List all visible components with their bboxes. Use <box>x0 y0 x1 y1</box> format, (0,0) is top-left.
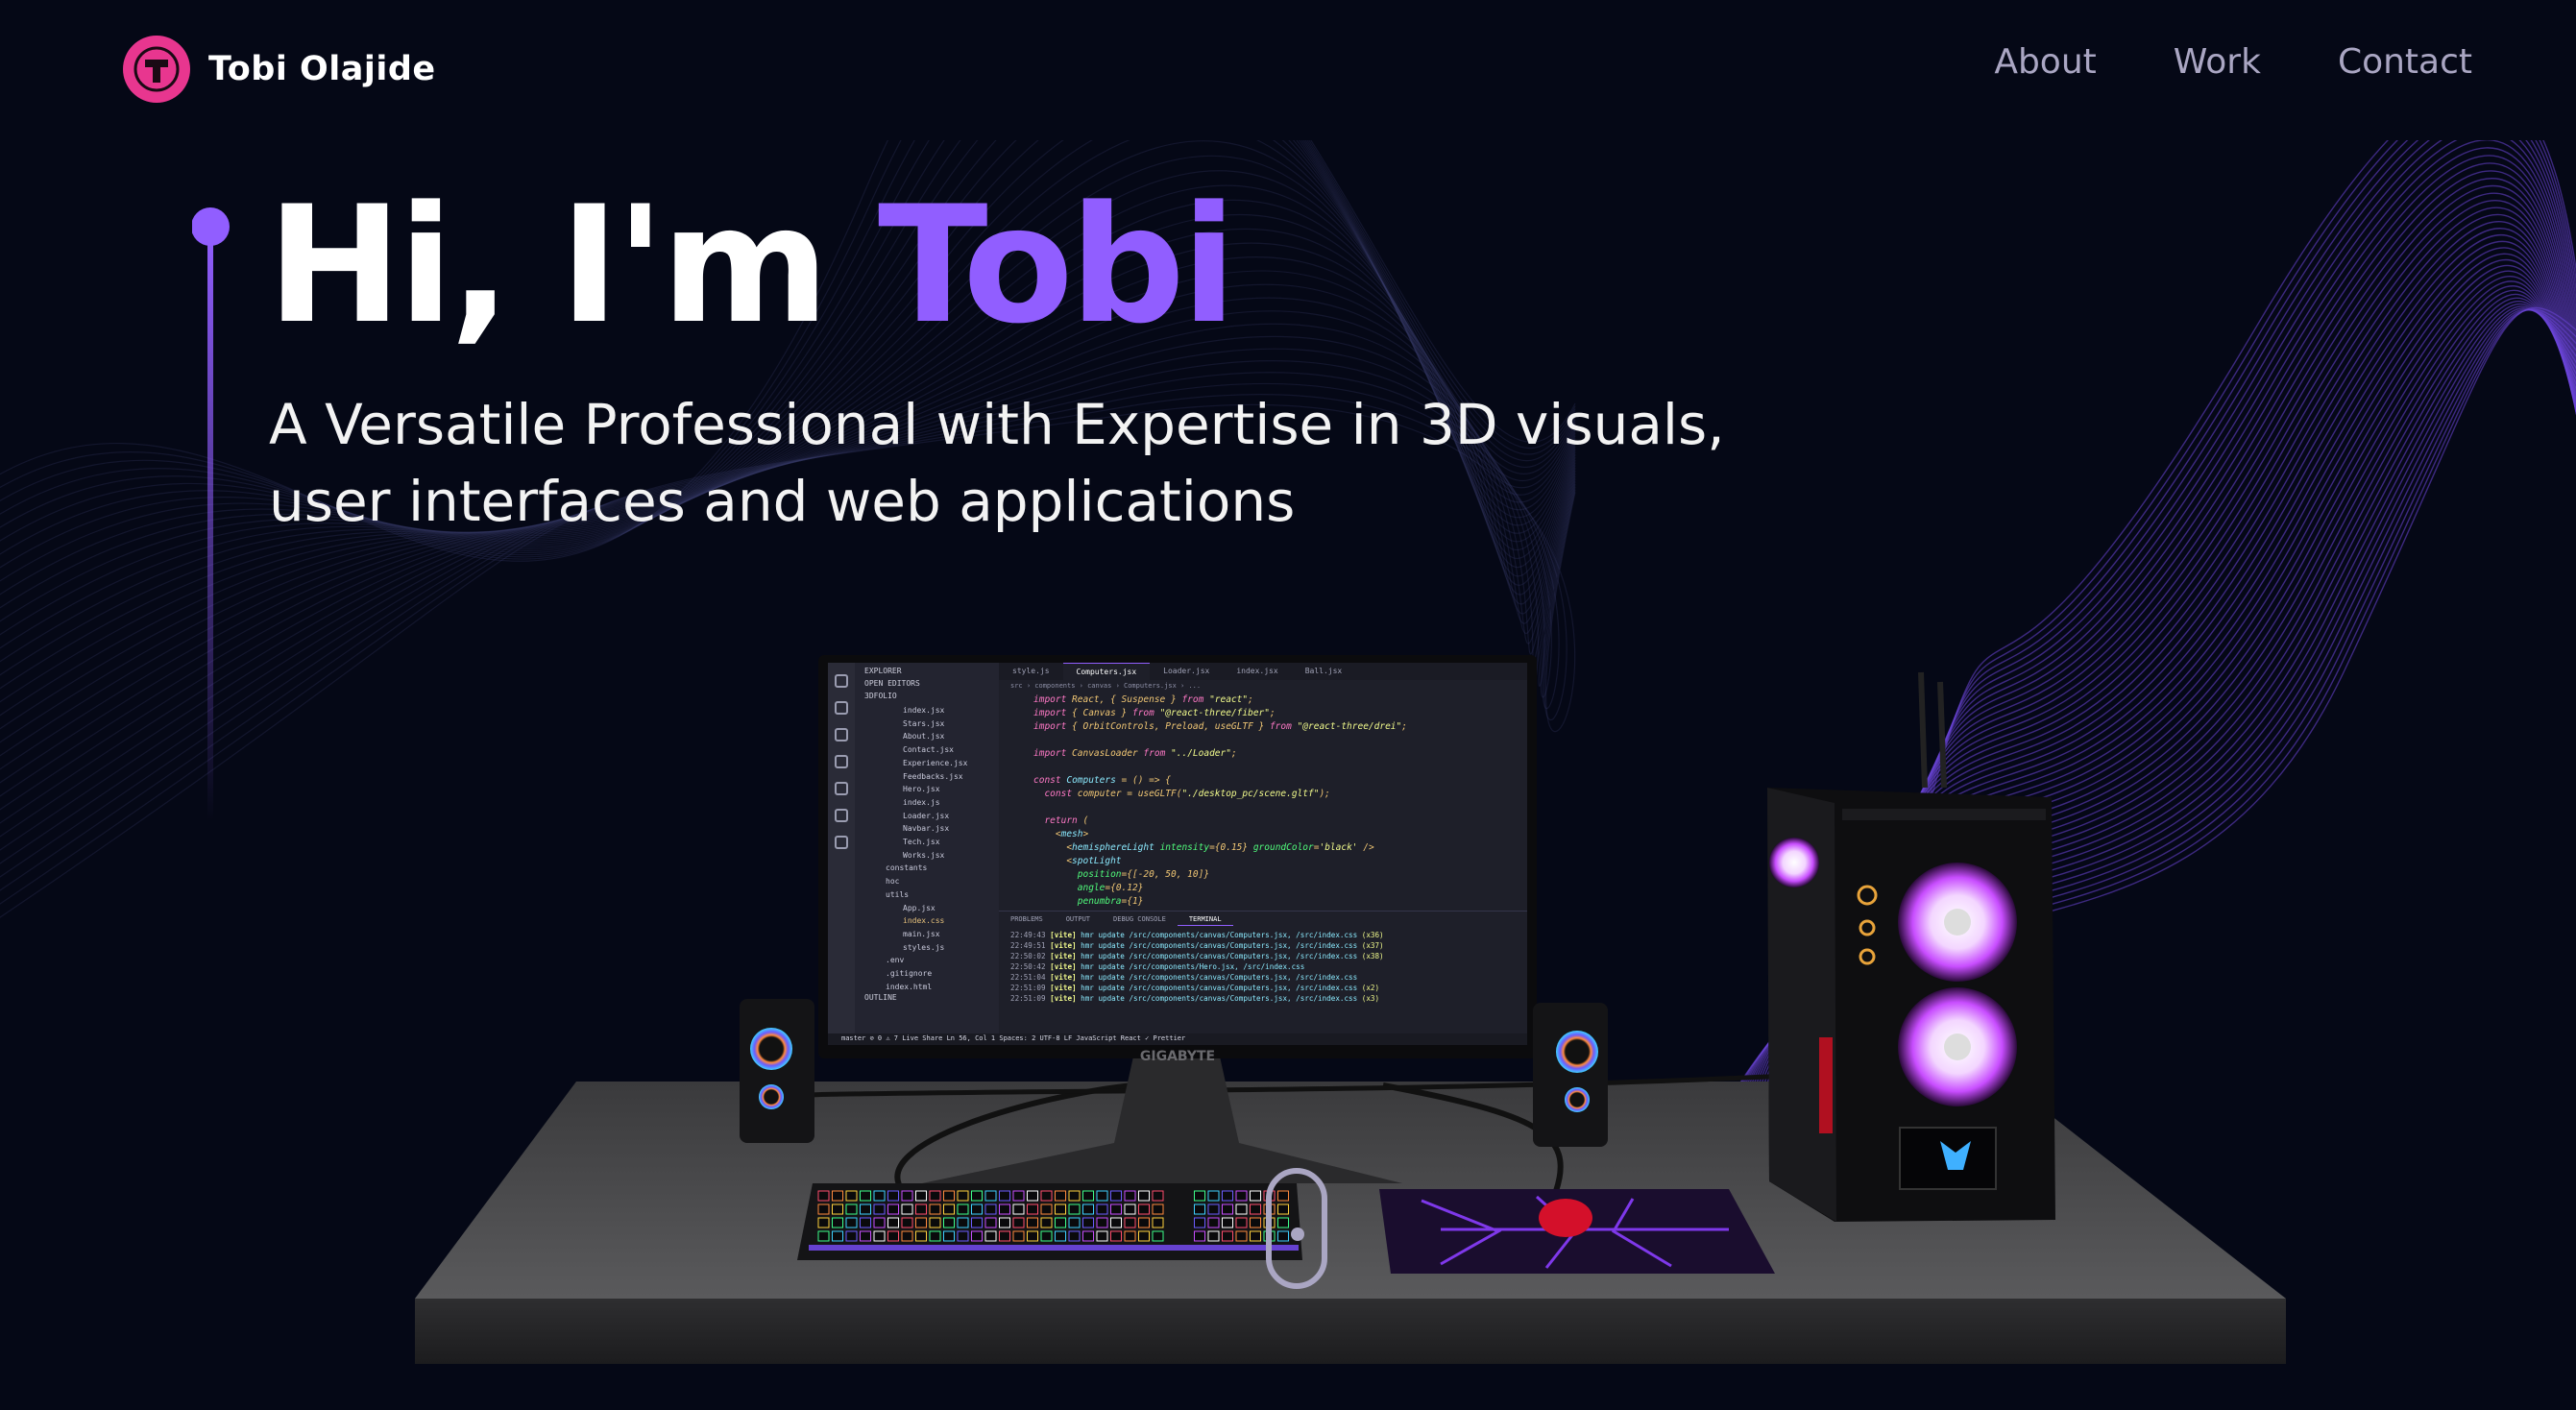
mousepad <box>1379 1189 1775 1274</box>
code-line: angle={0.12} <box>1077 883 1144 893</box>
file-item: Loader.jsx <box>903 811 950 820</box>
file-item: .env <box>886 956 905 965</box>
file-item: main.jsx <box>903 929 940 938</box>
top-navbar: Tobi Olajide About Work Contact <box>0 0 2576 140</box>
folder-item: utils <box>886 889 910 899</box>
extensions-icon <box>835 782 848 795</box>
right-speaker <box>1533 1003 1608 1147</box>
file-item: Stars.jsx <box>903 718 945 728</box>
folder-item: hoc <box>886 877 900 887</box>
editor-tab: index.jsx <box>1236 667 1278 675</box>
rgb-keyboard <box>797 1183 1302 1260</box>
remote-icon <box>835 809 848 822</box>
file-item: Hero.jsx <box>903 785 940 794</box>
file-item: index.jsx <box>903 706 945 715</box>
outline-label: OUTLINE <box>864 993 897 1003</box>
desk-front <box>415 1299 2286 1364</box>
editor-tabs: style.js Computers.jsx Loader.jsx index.… <box>999 663 1527 680</box>
panel-tab: OUTPUT <box>1065 915 1091 923</box>
hero-title: Hi, I'm Tobi <box>267 171 1237 359</box>
terminal-line: 22:51:09 [vite] hmr update /src/componen… <box>1010 994 1380 1003</box>
code-line: import { Canvas } from "@react-three/fib… <box>1033 708 1276 718</box>
file-item: Contact.jsx <box>903 745 954 755</box>
file-item: About.jsx <box>903 732 945 741</box>
terminal-line: 22:51:09 [vite] hmr update /src/componen… <box>1010 984 1380 992</box>
run-debug-icon <box>835 755 848 768</box>
nav-links: About Work Contact <box>1917 42 2472 82</box>
code-line: penumbra={1} <box>1077 896 1144 907</box>
code-line: const Computers = () => { <box>1033 775 1172 786</box>
hero-subtitle: A Versatile Professional with Expertise … <box>269 392 1725 534</box>
gaming-mouse <box>1539 1199 1592 1237</box>
scroll-dot <box>1291 1228 1304 1241</box>
source-control-icon <box>835 728 848 741</box>
pc-tower <box>1767 671 2055 1222</box>
panel-tab: DEBUG CONSOLE <box>1113 915 1166 923</box>
file-item: Feedbacks.jsx <box>903 771 963 781</box>
terminal-line: 22:50:42 [vite] hmr update /src/componen… <box>1010 962 1305 971</box>
panel-tab: PROBLEMS <box>1010 915 1043 923</box>
explorer-title: EXPLORER <box>864 667 902 675</box>
panel-tab-active: TERMINAL <box>1177 912 1233 926</box>
timeline-icon <box>835 836 848 849</box>
code-line: return ( <box>1044 815 1089 826</box>
left-speaker <box>740 999 814 1143</box>
editor-tab-active: Computers.jsx <box>1062 663 1151 680</box>
editor-status-bar: master ⊘ 0 ⚠ 7 Live Share Ln 56, Col 1 S… <box>828 1033 1527 1045</box>
file-item: Experience.jsx <box>903 758 968 767</box>
code-line: position={[-20, 50, 10]} <box>1077 869 1210 880</box>
scroll-down-indicator[interactable] <box>1266 1168 1327 1289</box>
editor-code: import React, { Suspense } from "react";… <box>999 693 1498 909</box>
editor-explorer: EXPLORER OPEN EDITORS 3DFOLIO index.jsx … <box>855 663 999 1033</box>
terminal-line: 22:49:43 [vite] hmr update /src/componen… <box>1010 931 1384 939</box>
nav-link-about[interactable]: About <box>1994 42 2096 82</box>
terminal-line: 22:51:04 [vite] hmr update /src/componen… <box>1010 973 1358 982</box>
nav-link-contact[interactable]: Contact <box>2338 42 2472 82</box>
editor-terminal: 22:49:43 [vite] hmr update /src/componen… <box>999 928 1527 1032</box>
code-line: import React, { Suspense } from "react"; <box>1033 694 1253 705</box>
monitor-brand: GIGABYTE <box>1140 1049 1215 1064</box>
terminal-line: 22:49:51 [vite] hmr update /src/componen… <box>1010 941 1384 950</box>
logo-link[interactable]: Tobi Olajide <box>123 36 436 103</box>
search-icon <box>835 701 848 715</box>
file-item: .gitignore <box>886 969 933 979</box>
code-line: import CanvasLoader from "../Loader"; <box>1033 748 1237 759</box>
editor-tab: Ball.jsx <box>1304 667 1343 675</box>
file-item: index.css <box>903 916 945 926</box>
hero-name: Tobi <box>877 171 1237 359</box>
project-label: 3DFOLIO <box>864 692 897 700</box>
open-editors-label: OPEN EDITORS <box>864 679 920 688</box>
code-line: <mesh> <box>1033 829 1089 839</box>
file-item: index.html <box>886 982 933 991</box>
code-line: <hemisphereLight intensity={0.15} ground… <box>1033 842 1374 853</box>
terminal-line: 22:50:02 [vite] hmr update /src/componen… <box>1010 952 1384 960</box>
folder-item: constants <box>886 863 928 873</box>
brand-name: Tobi Olajide <box>208 50 436 88</box>
code-line: const computer = useGLTF("./desktop_pc/s… <box>1044 789 1330 799</box>
editor-activity-bar <box>828 663 855 1045</box>
code-line: <spotLight <box>1033 856 1122 866</box>
editor-tab: Loader.jsx <box>1163 667 1210 675</box>
editor-breadcrumb: src › components › canvas › Computers.js… <box>1010 682 1202 690</box>
explorer-icon <box>835 674 848 688</box>
editor-panel-tabs: PROBLEMS OUTPUT DEBUG CONSOLE TERMINAL <box>999 911 1527 926</box>
editor-tab: style.js <box>1012 667 1050 675</box>
file-item: index.js <box>903 797 940 807</box>
nav-link-work[interactable]: Work <box>2174 42 2261 82</box>
file-item: Navbar.jsx <box>903 824 950 834</box>
file-item: Tech.jsx <box>903 838 940 847</box>
file-item: App.jsx <box>903 903 936 912</box>
file-item: styles.js <box>903 942 945 952</box>
logo-icon <box>123 36 190 103</box>
file-item: Works.jsx <box>903 850 945 860</box>
monitor-code-editor: EXPLORER OPEN EDITORS 3DFOLIO index.jsx … <box>828 663 1527 1045</box>
code-line: import { OrbitControls, Preload, useGLTF… <box>1033 721 1407 732</box>
